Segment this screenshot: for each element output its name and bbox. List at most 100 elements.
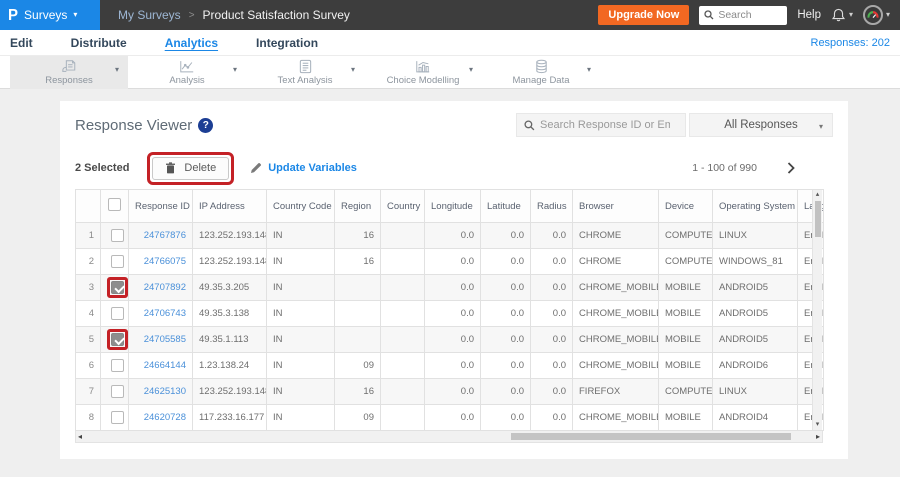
vertical-scrollbar-thumb[interactable] — [815, 201, 821, 237]
cell-device: COMPUTER — [658, 222, 713, 249]
cell-browser: CHROME — [572, 222, 659, 249]
tab-choice-modelling[interactable]: Choice Modelling ▾ — [364, 56, 482, 89]
account-menu-button[interactable]: ▾ — [862, 5, 890, 25]
row-checkbox[interactable] — [111, 229, 124, 242]
cell-region — [334, 274, 381, 301]
topbar-right-group: Upgrade Now Help ▾ ▾ — [598, 5, 900, 25]
row-checkbox[interactable] — [111, 333, 124, 346]
header-browser[interactable]: Browser — [572, 189, 659, 223]
chevron-down-icon[interactable]: ▾ — [469, 65, 473, 74]
cell-operating-system: LINUX — [712, 378, 798, 405]
selected-count: 2 Selected — [75, 162, 130, 174]
header-longitude[interactable]: Longitude — [424, 189, 481, 223]
chevron-down-icon[interactable]: ▾ — [351, 65, 355, 74]
horizontal-scrollbar-thumb[interactable] — [511, 433, 791, 440]
row-checkbox[interactable] — [111, 255, 124, 268]
cell-ip-address: 123.252.193.148 — [192, 248, 267, 275]
cell-region: 16 — [334, 222, 381, 249]
response-id-link[interactable]: 24706743 — [144, 308, 186, 319]
tab-text-analysis[interactable]: Text Analysis ▾ — [246, 56, 364, 89]
header-response-id[interactable]: Response ID ▲ — [128, 189, 193, 223]
breadcrumb-my-surveys[interactable]: My Surveys — [118, 8, 181, 22]
help-icon[interactable]: ? — [198, 117, 214, 133]
header-country-code[interactable]: Country Code — [266, 189, 335, 223]
header-region[interactable]: Region — [334, 189, 381, 223]
header-ip-address[interactable]: IP Address — [192, 189, 267, 223]
cell-device: MOBILE — [658, 352, 713, 379]
cell-radius: 0.0 — [530, 274, 573, 301]
cell-region: 09 — [334, 404, 381, 431]
horizontal-scrollbar: ◂ ▸ — [75, 431, 823, 443]
cell-radius: 0.0 — [530, 300, 573, 327]
response-id-link[interactable]: 24767876 — [144, 230, 186, 241]
global-search-input[interactable] — [718, 9, 779, 21]
update-variables-button[interactable]: Update Variables — [250, 162, 357, 174]
cell-country — [380, 352, 425, 379]
cell-latitude: 0.0 — [480, 352, 531, 379]
row-checkbox-cell — [100, 378, 129, 405]
tab-analysis[interactable]: Analysis ▾ — [128, 56, 246, 89]
response-id-link[interactable]: 24766075 — [144, 256, 186, 267]
response-id-link[interactable]: 24620728 — [144, 412, 186, 423]
cell-ip-address: 49.35.1.113 — [192, 326, 267, 353]
row-checkbox[interactable] — [111, 411, 124, 424]
response-id-link[interactable]: 24664144 — [144, 360, 186, 371]
tab-responses[interactable]: Responses ▾ — [10, 56, 128, 89]
select-all-checkbox[interactable] — [108, 198, 121, 211]
row-checkbox[interactable] — [111, 385, 124, 398]
help-link[interactable]: Help — [797, 9, 821, 21]
cell-country — [380, 378, 425, 405]
cell-country-code: IN — [266, 352, 335, 379]
table-row: 7 24625130 123.252.193.148 IN 16 0.0 0.0… — [75, 378, 824, 405]
chevron-down-icon[interactable]: ▾ — [233, 65, 237, 74]
cell-region: 16 — [334, 248, 381, 275]
nav-item-analytics[interactable]: Analytics — [165, 36, 218, 50]
tab-manage-data[interactable]: Manage Data ▾ — [482, 56, 600, 89]
cell-browser: CHROME_MOBILE — [572, 300, 659, 327]
response-search-box — [516, 113, 686, 137]
cell-latitude: 0.0 — [480, 274, 531, 301]
scroll-down-arrow-icon[interactable]: ▾ — [813, 420, 822, 430]
cell-longitude: 0.0 — [424, 326, 481, 353]
cell-browser: CHROME_MOBILE — [572, 404, 659, 431]
chevron-down-icon[interactable]: ▾ — [587, 65, 591, 74]
surveys-menu-button[interactable]: P Surveys ▾ — [0, 0, 100, 30]
filter-selected-value: All Responses — [724, 119, 798, 131]
checkbox-annotation-ring — [107, 225, 128, 246]
cell-response-id: 24767876 — [128, 222, 193, 249]
header-radius[interactable]: Radius — [530, 189, 573, 223]
response-search-input[interactable] — [540, 119, 670, 131]
chevron-down-icon[interactable]: ▾ — [115, 65, 119, 74]
next-page-button[interactable] — [787, 162, 795, 174]
header-latitude[interactable]: Latitude — [480, 189, 531, 223]
scroll-right-arrow-icon[interactable]: ▸ — [816, 431, 820, 442]
tab-label: Choice Modelling — [386, 75, 460, 86]
vertical-scrollbar: ▴ ▾ — [812, 190, 822, 430]
cell-operating-system: LINUX — [712, 222, 798, 249]
nav-item-integration[interactable]: Integration — [256, 36, 318, 50]
cell-longitude: 0.0 — [424, 222, 481, 249]
row-checkbox[interactable] — [111, 359, 124, 372]
nav-item-distribute[interactable]: Distribute — [71, 36, 127, 50]
header-country[interactable]: Country — [380, 189, 425, 223]
row-number: 7 — [75, 378, 101, 405]
response-id-link[interactable]: 24707892 — [144, 282, 186, 293]
cell-region: 16 — [334, 378, 381, 405]
row-checkbox[interactable] — [111, 281, 124, 294]
responses-count-link[interactable]: Responses: 202 — [811, 37, 891, 49]
scroll-up-arrow-icon[interactable]: ▴ — [813, 190, 822, 200]
cell-country — [380, 248, 425, 275]
scroll-left-arrow-icon[interactable]: ◂ — [78, 431, 82, 442]
chevron-down-icon: ▾ — [73, 10, 78, 19]
header-device[interactable]: Device — [658, 189, 713, 223]
notifications-button[interactable]: ▾ — [831, 7, 853, 23]
delete-button[interactable]: Delete — [152, 156, 230, 180]
row-checkbox[interactable] — [111, 307, 124, 320]
response-filter-dropdown[interactable]: All Responses ▾ — [689, 113, 833, 137]
header-operating-system[interactable]: Operating System — [712, 189, 798, 223]
nav-item-edit[interactable]: Edit — [10, 36, 33, 50]
upgrade-now-button[interactable]: Upgrade Now — [598, 5, 690, 25]
response-id-link[interactable]: 24705585 — [144, 334, 186, 345]
response-id-link[interactable]: 24625130 — [144, 386, 186, 397]
cell-response-id: 24707892 — [128, 274, 193, 301]
